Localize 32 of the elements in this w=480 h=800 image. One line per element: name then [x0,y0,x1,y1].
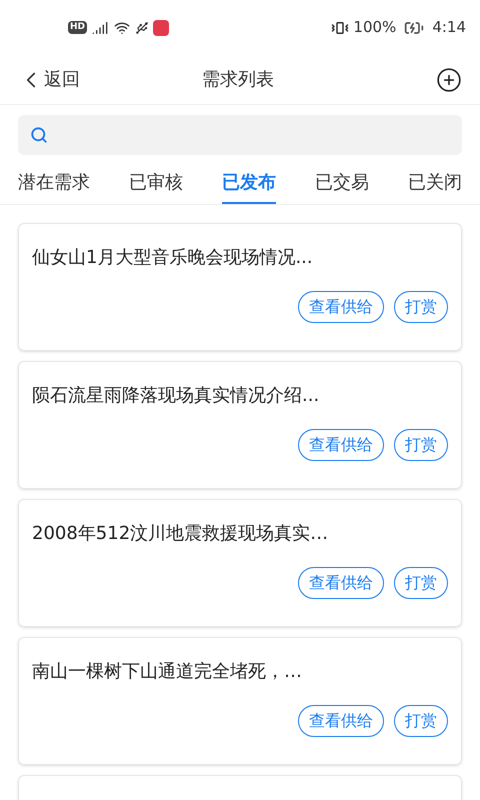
wifi-icon [113,20,132,36]
request-card[interactable]: 南山一棵树下山通道完全堵死，… 查看供给 打赏 [18,637,462,765]
page-title: 需求列表 [201,68,275,92]
action-button[interactable]: 打赏 [394,705,448,737]
request-card[interactable]: 2008年512汶川地震救援现场真实… 查看供给 打赏 [18,499,462,627]
search-field[interactable] [18,115,462,155]
request-title: 陨石流星雨降落现场真实情况介绍... [32,384,320,408]
tab[interactable]: 已发布 [222,169,276,204]
tab[interactable]: 潜在需求 [18,169,90,204]
request-card[interactable]: 陨石流星雨降落现场真实情况介绍... 查看供给 打赏 [18,361,462,489]
back-button[interactable]: 返回 [18,66,80,93]
action-button[interactable]: 打赏 [394,429,448,461]
tab[interactable]: 已审核 [129,169,183,204]
action-button[interactable]: 查看供给 [298,429,384,461]
action-button[interactable]: 打赏 [394,291,448,323]
action-button[interactable]: 查看供给 [298,705,384,737]
add-icon[interactable] [436,66,462,92]
request-title: 仙女山1月大型音乐晚会现场情况... [32,246,314,270]
tab[interactable]: 已关闭 [408,169,462,204]
action-button[interactable]: 打赏 [394,567,448,599]
action-button[interactable]: 查看供给 [298,291,384,323]
clock: 4:14 [432,17,466,38]
request-title: 南山一棵树下山通道完全堵死，… [32,660,303,684]
search-icon [30,126,48,144]
usb-icon [135,20,150,34]
action-button[interactable]: 查看供给 [298,567,384,599]
request-title: 2008年512汶川地震救援现场真实… [32,522,330,546]
battery-percent: 100% [353,17,396,38]
tab[interactable]: 已交易 [315,169,369,204]
hd-icon: HD [68,20,88,34]
request-card[interactable]: 仙女山1月大型音乐晚会现场情况... 查看供给 打赏 [18,223,462,351]
signal-icon [91,20,110,36]
